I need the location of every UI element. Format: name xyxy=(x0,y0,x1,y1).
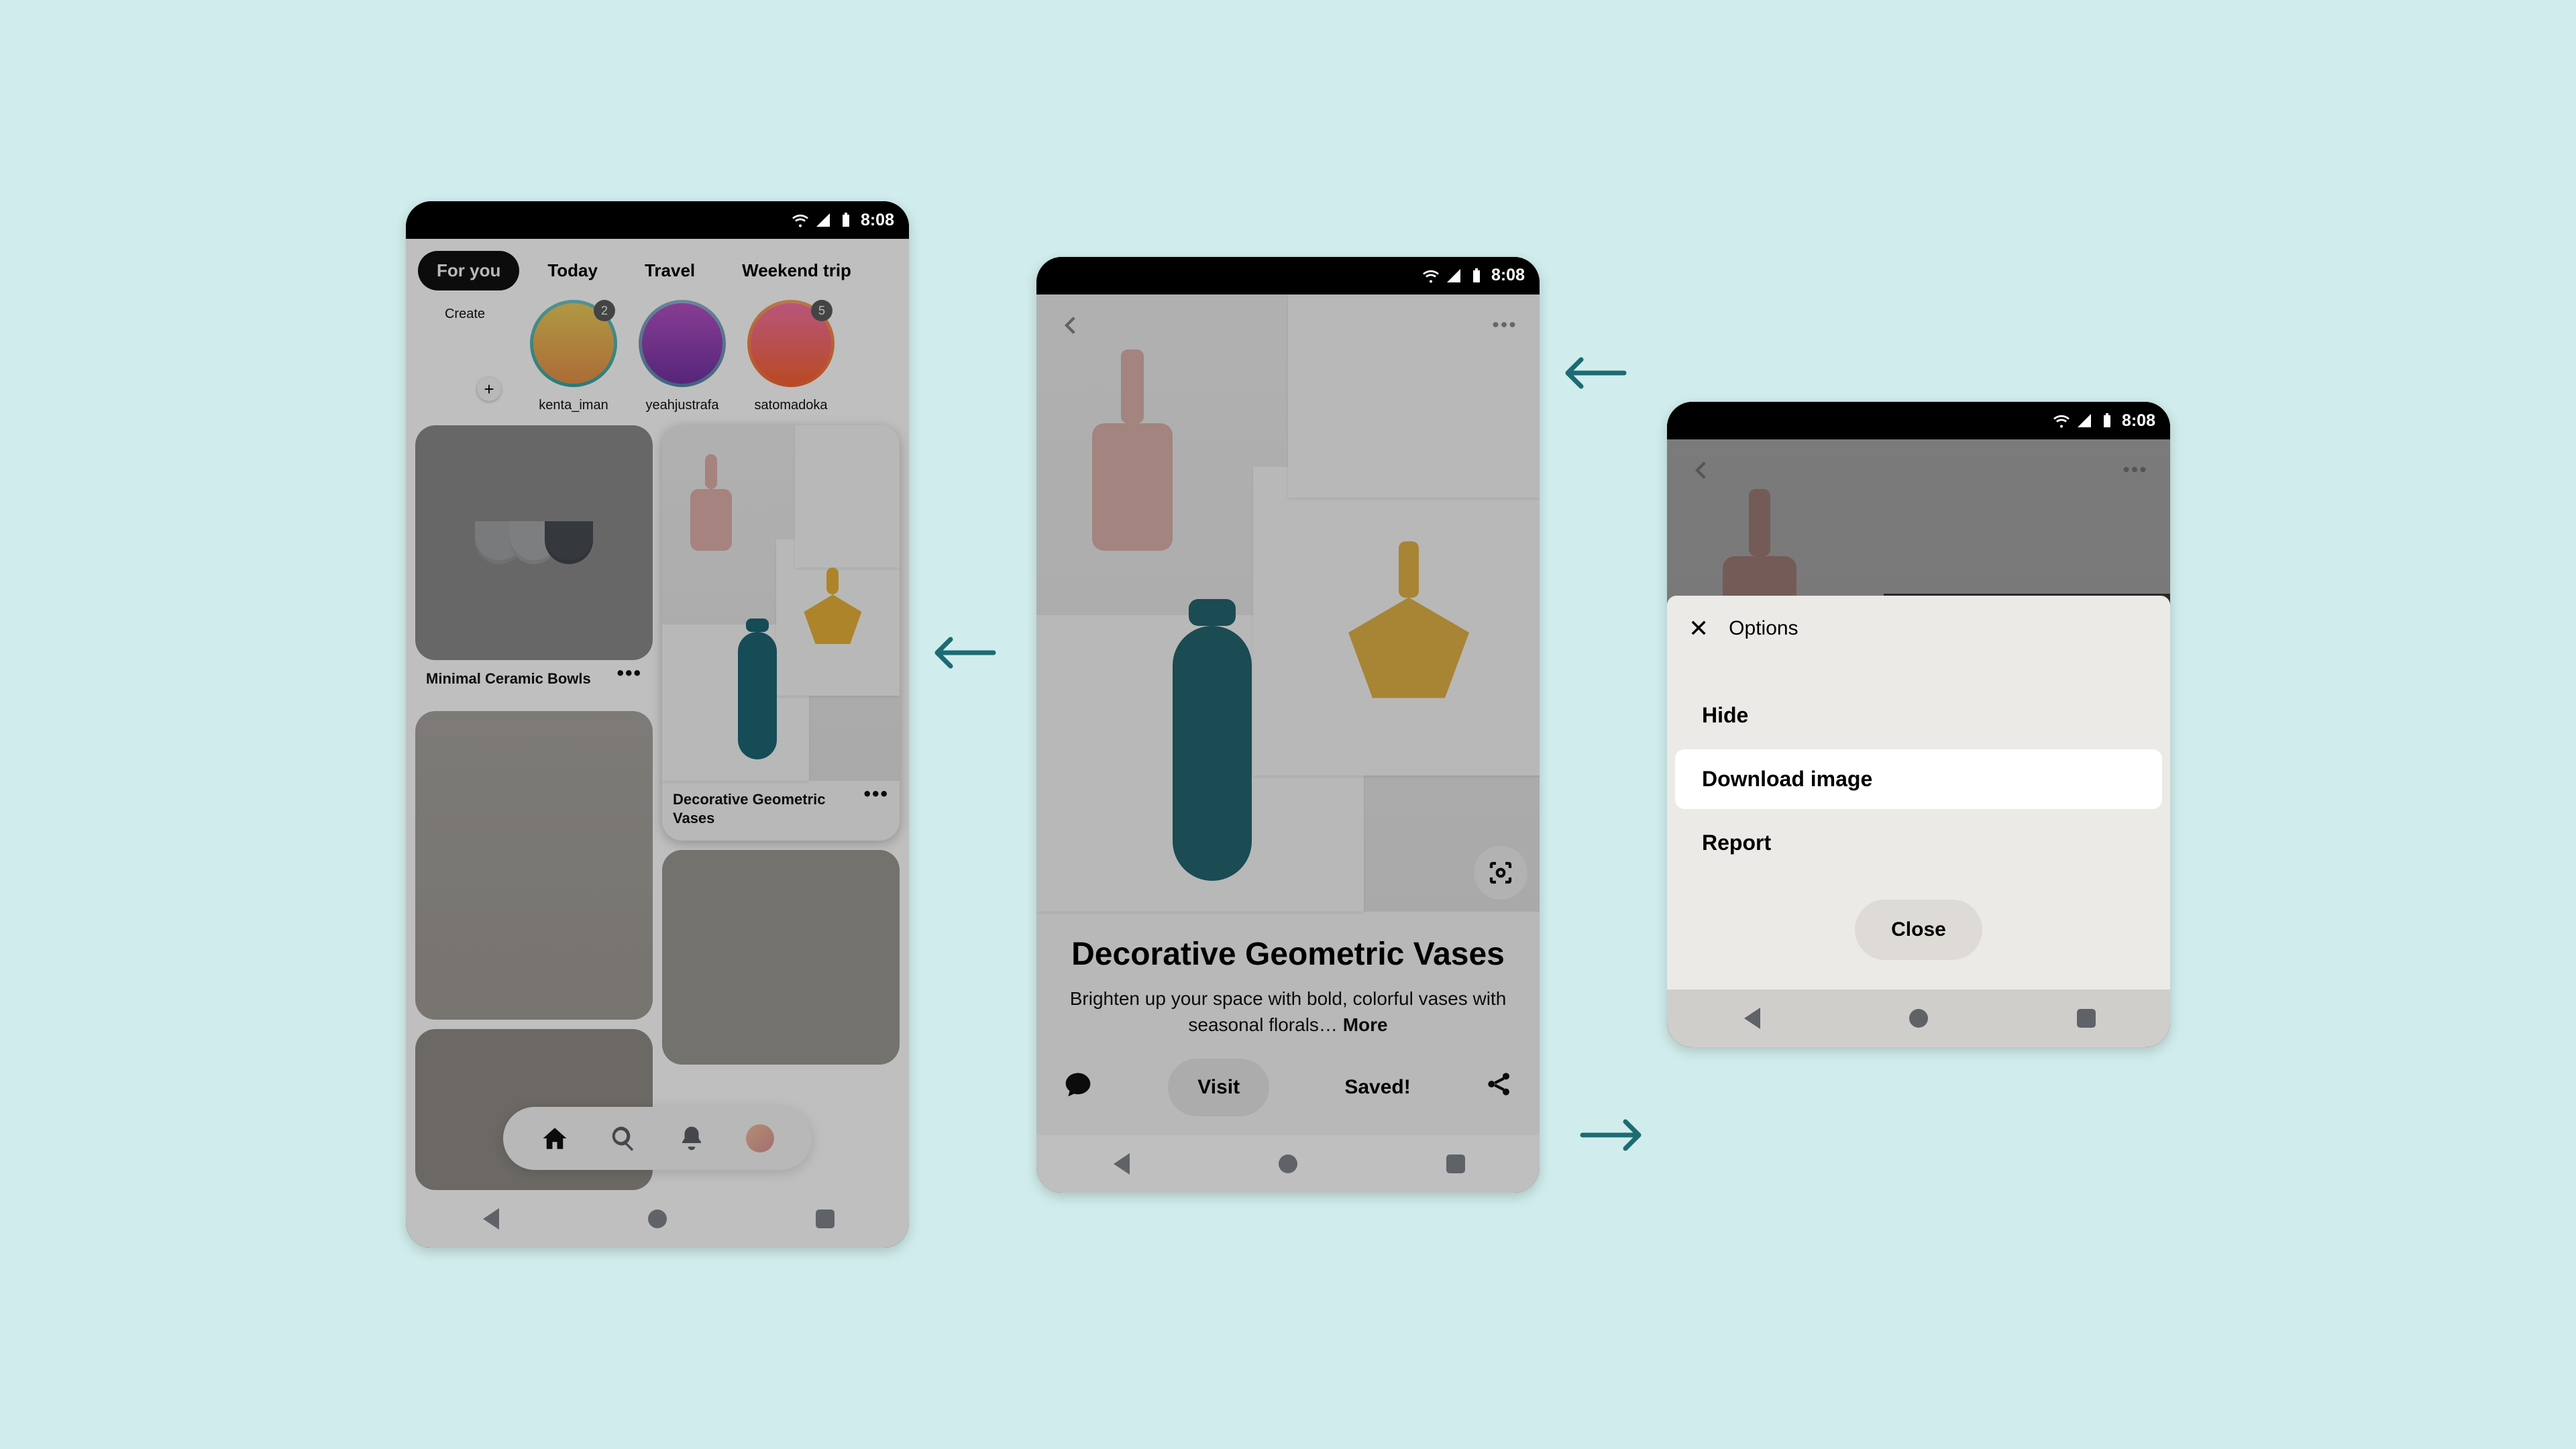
home-nav-icon[interactable] xyxy=(1279,1155,1297,1173)
overview-icon[interactable] xyxy=(1446,1155,1465,1173)
story-user-3[interactable]: 5 satomadoka xyxy=(744,300,838,413)
more-icon[interactable]: ••• xyxy=(863,790,889,798)
bell-icon[interactable] xyxy=(678,1124,706,1152)
status-time: 8:08 xyxy=(1491,266,1525,285)
story-create[interactable]: + Create xyxy=(418,300,512,413)
home-nav-icon[interactable] xyxy=(1909,1009,1928,1028)
visit-button[interactable]: Visit xyxy=(1168,1059,1269,1116)
more-button[interactable]: ••• xyxy=(2112,447,2158,493)
back-button[interactable] xyxy=(1049,303,1094,348)
share-icon[interactable] xyxy=(1486,1071,1513,1104)
story-user-2[interactable]: yeahjustrafa xyxy=(635,300,729,413)
wifi-icon xyxy=(2053,413,2070,429)
back-icon[interactable] xyxy=(1741,1008,1760,1029)
cellular-icon xyxy=(1446,268,1462,284)
cellular-icon xyxy=(815,212,831,228)
phone-detail: 8:08 ••• xyxy=(1036,257,1540,1193)
battery-icon xyxy=(838,212,854,228)
status-bar: 8:08 xyxy=(1667,402,2170,439)
comment-icon[interactable] xyxy=(1063,1069,1093,1106)
home-icon[interactable] xyxy=(541,1124,569,1152)
pin-title: Decorative Geometric Vases xyxy=(1061,936,1515,974)
back-icon[interactable] xyxy=(480,1208,499,1230)
android-nav xyxy=(406,1190,909,1248)
tutorial-arrow xyxy=(1580,1099,1644,1169)
pin-description: Brighten up your space with bold, colorf… xyxy=(1061,985,1515,1038)
story-user-1[interactable]: 2 kenta_iman xyxy=(527,300,621,413)
tutorial-arrow xyxy=(932,617,996,686)
lens-button[interactable] xyxy=(1474,846,1527,900)
pin-label: Decorative Geometric Vases ••• xyxy=(662,781,900,841)
phone-options: 8:08 ••• ✕ xyxy=(1667,402,2170,1047)
pin-bed[interactable] xyxy=(415,711,653,1020)
sheet-title: Options xyxy=(1729,617,1798,640)
status-bar: 8:08 xyxy=(1036,257,1540,294)
android-nav xyxy=(1667,989,2170,1047)
options-sheet: ✕ Options Hide Download image Report Clo… xyxy=(1667,596,2170,989)
option-hide[interactable]: Hide xyxy=(1675,686,2162,745)
overview-icon[interactable] xyxy=(2077,1009,2096,1028)
profile-avatar[interactable] xyxy=(746,1124,774,1152)
more-link[interactable]: More xyxy=(1343,1014,1388,1035)
tutorial-arrow xyxy=(1562,337,1627,407)
tab-today[interactable]: Today xyxy=(529,251,616,290)
search-icon[interactable] xyxy=(609,1124,637,1152)
tab-travel[interactable]: Travel xyxy=(626,251,714,290)
pin-label: Minimal Ceramic Bowls ••• xyxy=(415,669,653,702)
more-icon[interactable]: ••• xyxy=(616,669,642,678)
pin-vases[interactable]: Decorative Geometric Vases ••• xyxy=(662,425,900,841)
wifi-icon xyxy=(792,212,808,228)
close-button[interactable]: Close xyxy=(1855,900,1982,960)
feed-tabs: For you Today Travel Weekend trip xyxy=(406,239,909,296)
more-button[interactable]: ••• xyxy=(1482,303,1527,348)
saved-label: Saved! xyxy=(1344,1076,1410,1099)
status-time: 8:08 xyxy=(2122,411,2155,431)
overview-icon[interactable] xyxy=(816,1210,835,1228)
phone-feed: 8:08 For you Today Travel Weekend trip +… xyxy=(406,201,909,1248)
battery-icon xyxy=(1468,268,1485,284)
option-report[interactable]: Report xyxy=(1675,813,2162,873)
home-nav-icon[interactable] xyxy=(648,1210,667,1228)
plus-icon: + xyxy=(477,377,501,401)
back-icon[interactable] xyxy=(1111,1153,1130,1175)
stories-row: + Create 2 kenta_iman yeahjustrafa 5 sat… xyxy=(406,296,909,416)
back-button[interactable] xyxy=(1679,447,1725,493)
tab-weekend[interactable]: Weekend trip xyxy=(723,251,870,290)
pin-bowls[interactable] xyxy=(415,425,653,660)
option-download[interactable]: Download image xyxy=(1675,749,2162,809)
android-nav xyxy=(1036,1135,1540,1193)
bottom-nav xyxy=(503,1107,812,1170)
battery-icon xyxy=(2099,413,2115,429)
status-time: 8:08 xyxy=(861,211,894,230)
pin-extra-2[interactable] xyxy=(662,850,900,1065)
status-bar: 8:08 xyxy=(406,201,909,239)
close-icon[interactable]: ✕ xyxy=(1688,614,1709,643)
wifi-icon xyxy=(1423,268,1439,284)
cellular-icon xyxy=(2076,413,2092,429)
tab-for-you[interactable]: For you xyxy=(418,251,519,290)
